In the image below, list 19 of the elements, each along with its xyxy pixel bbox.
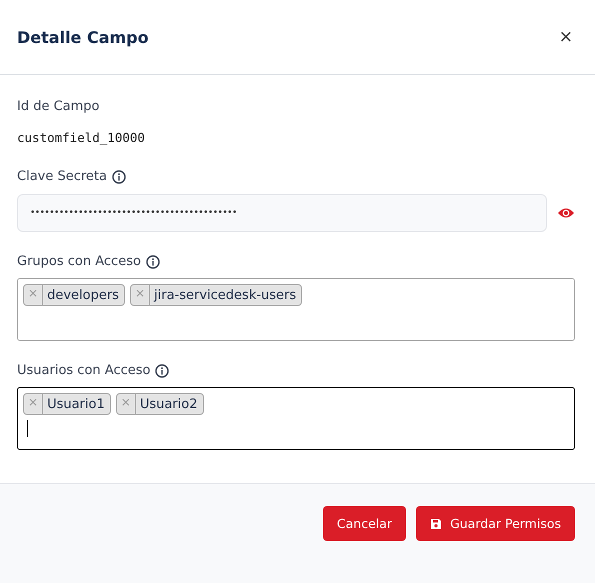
secret-input-field[interactable]: ••••••••••••••••••••••••••••••••••••••••••• xyxy=(17,194,547,232)
info-icon xyxy=(155,364,170,378)
tag-label: developers xyxy=(46,286,120,304)
tag-label: Usuario2 xyxy=(138,396,198,414)
dialog-title: Detalle Campo xyxy=(17,28,149,46)
field-label: Grupos con Acceso xyxy=(17,254,141,269)
eye-icon[interactable] xyxy=(557,207,575,219)
save-button[interactable]: Guardar Permisos xyxy=(416,506,575,541)
cancel-button[interactable]: Cancelar xyxy=(322,506,406,541)
tag-label: Usuario1 xyxy=(46,396,106,414)
field-value: customfield_10000 xyxy=(17,130,146,145)
field-label: Clave Secreta xyxy=(17,169,107,184)
tag-label: jira-servicedesk-users xyxy=(152,286,298,304)
field-label: Usuarios con Acceso xyxy=(17,363,150,378)
info-icon xyxy=(112,170,126,184)
field-label: Id de Campo xyxy=(17,99,101,114)
close-button[interactable]: × xyxy=(558,27,573,47)
text-cursor xyxy=(27,420,28,437)
info-icon xyxy=(146,254,160,268)
